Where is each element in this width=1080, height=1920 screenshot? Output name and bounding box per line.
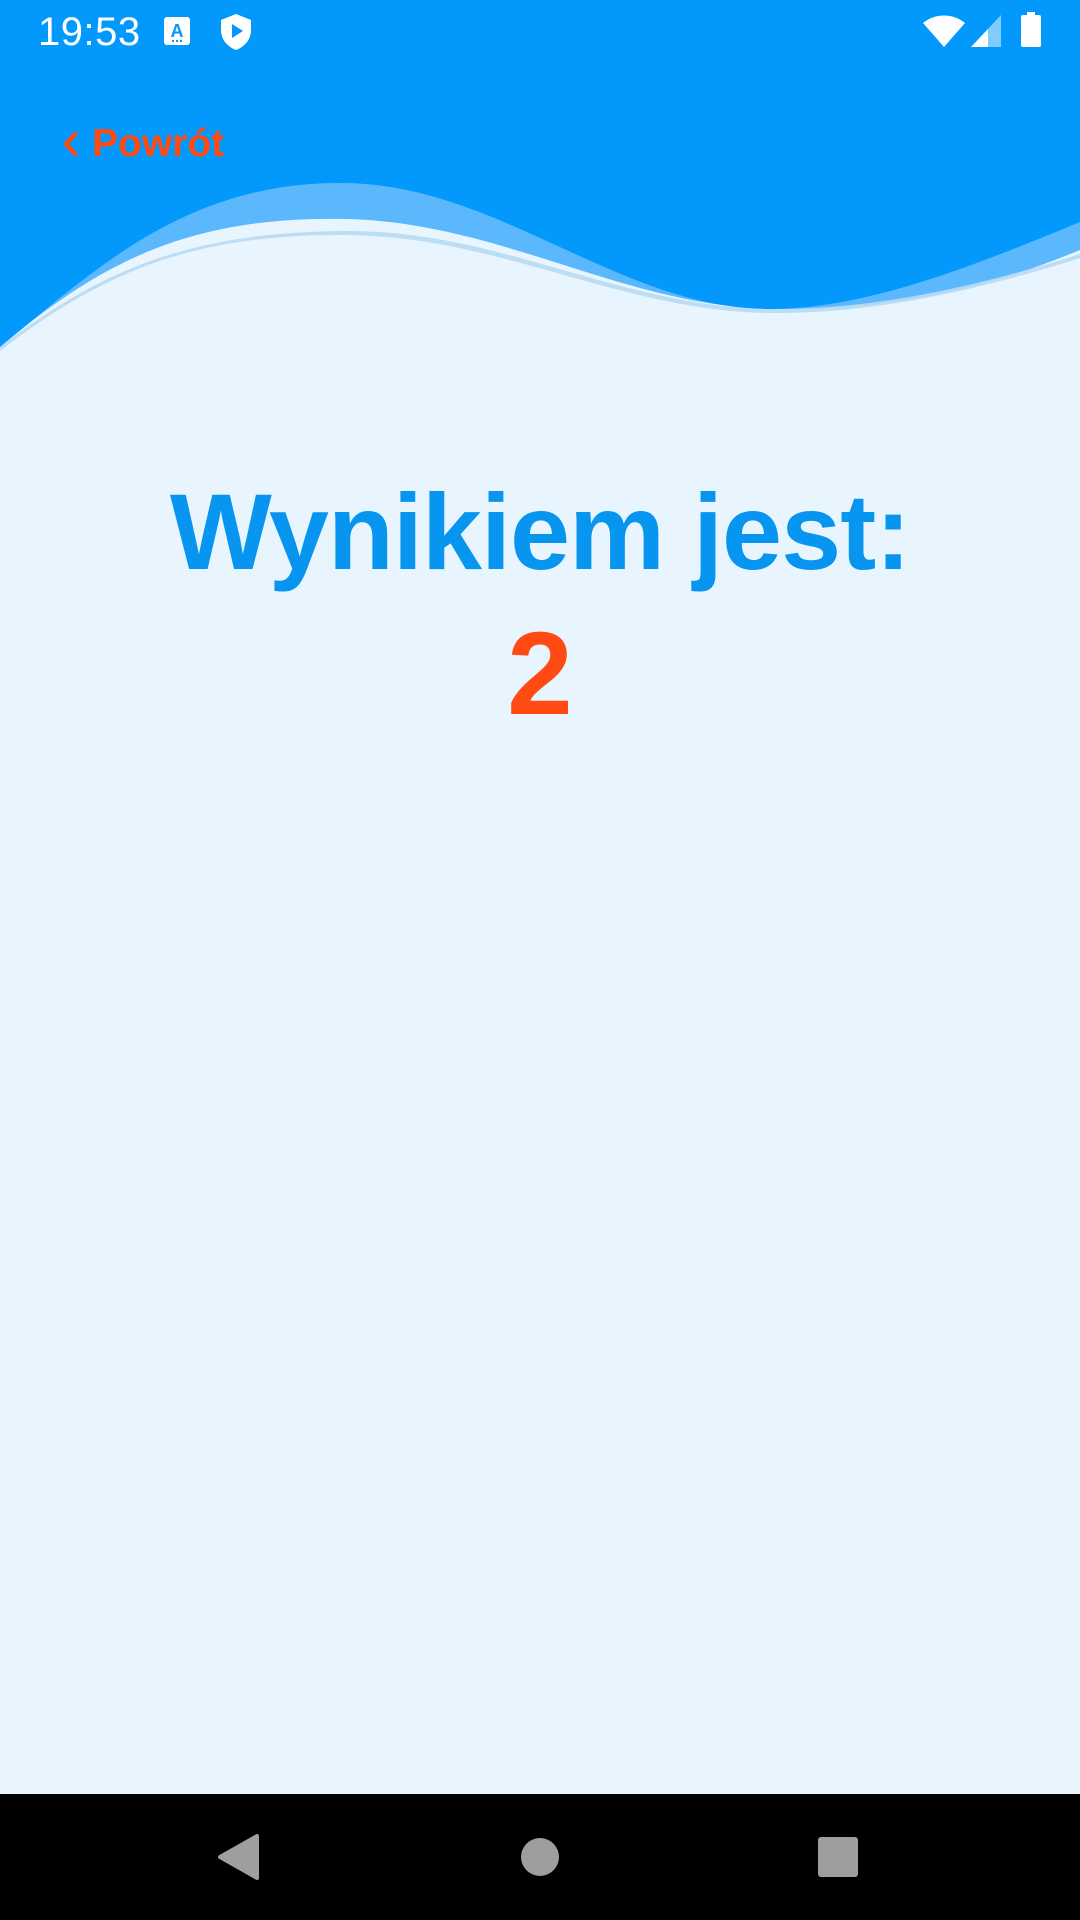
shield-play-icon bbox=[221, 14, 251, 50]
nav-home-button[interactable] bbox=[507, 1824, 573, 1890]
chevron-left-icon bbox=[63, 131, 78, 157]
result-title: Wynikiem jest: bbox=[169, 471, 911, 592]
status-bar: 19:53 A bbox=[0, 0, 1080, 66]
back-button[interactable]: Powrót bbox=[62, 118, 224, 170]
cellular-signal-icon bbox=[971, 15, 1001, 47]
translate-icon: A bbox=[164, 17, 190, 45]
back-button-label: Powrót bbox=[92, 122, 225, 165]
nav-recents-button[interactable] bbox=[805, 1824, 871, 1890]
battery-icon bbox=[1021, 12, 1041, 47]
svg-text:A: A bbox=[171, 21, 184, 41]
status-time: 19:53 bbox=[38, 10, 141, 54]
navigation-bar bbox=[0, 1794, 1080, 1920]
wifi-icon bbox=[923, 15, 965, 47]
recents-square-icon bbox=[818, 1837, 858, 1877]
home-circle-icon bbox=[521, 1838, 559, 1876]
result-value: 2 bbox=[507, 608, 573, 740]
header-wave-banner: 19:53 A Powrót bbox=[0, 0, 1080, 360]
nav-back-button[interactable] bbox=[205, 1824, 271, 1890]
back-triangle-icon bbox=[218, 1834, 259, 1880]
